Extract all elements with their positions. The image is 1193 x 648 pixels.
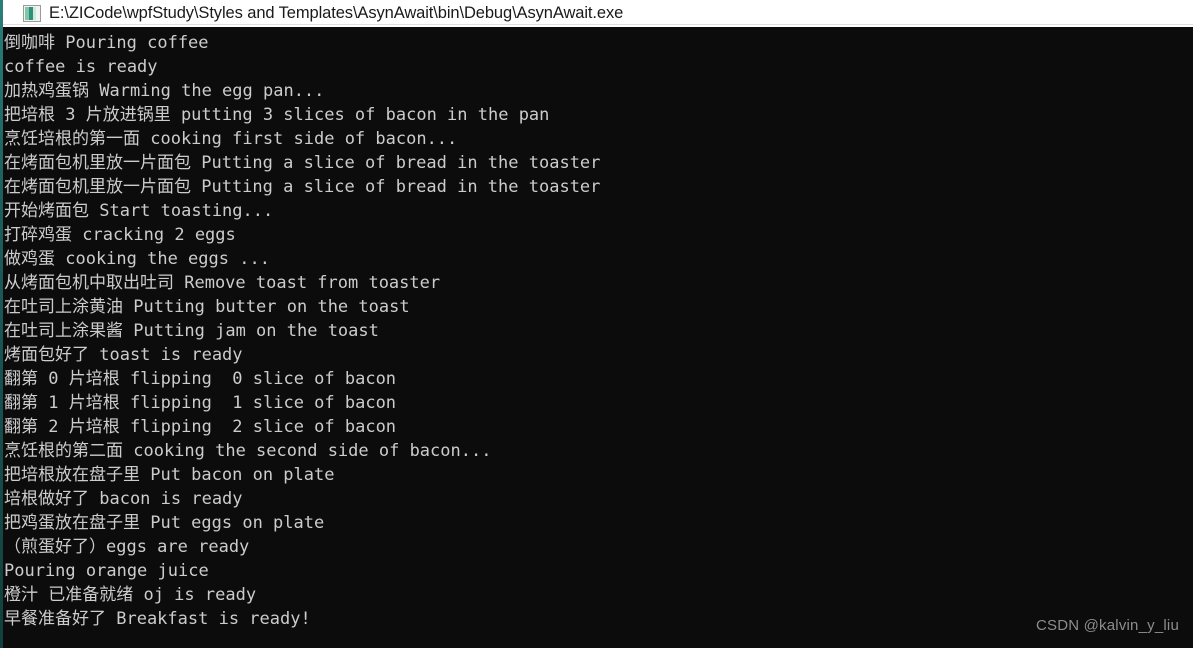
console-line: 在烤面包机里放一片面包 Putting a slice of bread in … xyxy=(4,177,601,197)
console-line: 打碎鸡蛋 cracking 2 eggs xyxy=(4,225,236,245)
console-text: 倒咖啡 Pouring coffee coffee is ready 加热鸡蛋锅 W… xyxy=(4,31,1193,631)
console-line: 烹饪培根的第一面 cooking first side of bacon... xyxy=(4,129,458,149)
console-line: 加热鸡蛋锅 Warming the egg pan... xyxy=(4,81,325,101)
console-line: 把培根放在盘子里 Put bacon on plate xyxy=(4,465,335,485)
console-line: 开始烤面包 Start toasting... xyxy=(4,201,274,221)
window-left-edge xyxy=(0,0,3,648)
console-line: 烹饪根的第二面 cooking the second side of bacon… xyxy=(4,441,492,461)
console-line: 烤面包好了 toast is ready xyxy=(4,345,243,365)
console-output-area[interactable]: 倒咖啡 Pouring coffee coffee is ready 加热鸡蛋锅 W… xyxy=(0,29,1193,648)
console-line: 培根做好了 bacon is ready xyxy=(4,489,243,509)
console-line: 倒咖啡 Pouring coffee xyxy=(4,33,209,53)
console-line: Pouring orange juice xyxy=(4,561,209,581)
console-window: E:\ZICode\wpfStudy\Styles and Templates\… xyxy=(0,0,1193,648)
console-line: coffee is ready xyxy=(4,57,158,77)
console-line: （煎蛋好了）eggs are ready xyxy=(4,537,250,557)
console-app-icon xyxy=(23,5,41,22)
console-line: 早餐准备好了 Breakfast is ready! xyxy=(4,609,311,629)
console-line: 翻第 1 片培根 flipping 1 slice of bacon xyxy=(4,393,397,413)
window-title: E:\ZICode\wpfStudy\Styles and Templates\… xyxy=(49,3,624,22)
console-line: 把鸡蛋放在盘子里 Put eggs on plate xyxy=(4,513,325,533)
console-line: 在吐司上涂黄油 Putting butter on the toast xyxy=(4,297,410,317)
console-line: 翻第 0 片培根 flipping 0 slice of bacon xyxy=(4,369,397,389)
console-line: 橙汁 已准备就绪 oj is ready xyxy=(4,585,257,605)
csdn-watermark: CSDN @kalvin_y_liu xyxy=(1035,617,1179,634)
title-bar[interactable]: E:\ZICode\wpfStudy\Styles and Templates\… xyxy=(0,0,1193,29)
console-line: 在吐司上涂果酱 Putting jam on the toast xyxy=(4,321,379,341)
console-line: 在烤面包机里放一片面包 Putting a slice of bread in … xyxy=(4,153,601,173)
console-line: 把培根 3 片放进锅里 putting 3 slices of bacon in… xyxy=(4,105,550,125)
console-line: 做鸡蛋 cooking the eggs ... xyxy=(4,249,270,269)
console-line: 翻第 2 片培根 flipping 2 slice of bacon xyxy=(4,417,397,437)
console-line: 从烤面包机中取出吐司 Remove toast from toaster xyxy=(4,273,441,293)
